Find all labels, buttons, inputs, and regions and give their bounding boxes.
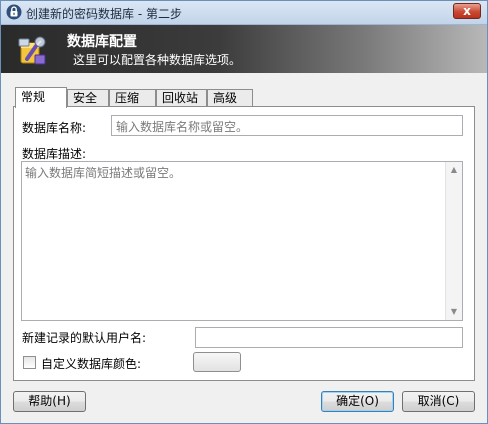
database-description-textarea[interactable]: 输入数据库简短描述或留空。 ▲ ▼ [21,161,463,321]
tab-security[interactable]: 安全 [67,89,109,107]
database-settings-icon [15,33,49,67]
custom-color-label: 自定义数据库颜色: [41,357,142,371]
help-button[interactable]: 帮助(H) [13,391,86,412]
dialog-window: 创建新的密码数据库 - 第二步 x 数据库配置 这里可以配置各种数据库选项。 常… [0,0,488,424]
cancel-button[interactable]: 取消(C) [402,391,475,412]
lock-icon [6,4,22,20]
tab-advanced[interactable]: 高级 [207,89,253,107]
database-name-input[interactable]: 输入数据库名称或留空。 [111,115,463,136]
default-username-input[interactable] [195,327,463,348]
close-button[interactable]: x [453,3,481,19]
tab-general[interactable]: 常规 [15,87,67,108]
title-bar[interactable]: 创建新的密码数据库 - 第二步 x [1,1,487,25]
description-placeholder: 输入数据库简短描述或留空。 [25,166,182,180]
custom-color-checkbox[interactable] [23,356,36,369]
ok-button[interactable]: 确定(O) [321,391,394,412]
banner-title: 数据库配置 [67,34,137,50]
database-description-label: 数据库描述: [22,147,87,161]
header-banner: 数据库配置 这里可以配置各种数据库选项。 [1,25,487,73]
window-title: 创建新的密码数据库 - 第二步 [26,7,182,21]
scroll-down-arrow-icon[interactable]: ▼ [446,304,462,320]
default-username-label: 新建记录的默认用户名: [22,331,147,345]
banner-subtitle: 这里可以配置各种数据库选项。 [73,53,242,67]
color-picker-button[interactable] [193,352,241,372]
scroll-up-arrow-icon[interactable]: ▲ [446,162,462,178]
database-name-label: 数据库名称: [22,121,87,135]
tab-panel-general: 数据库名称: 输入数据库名称或留空。 数据库描述: 输入数据库简短描述或留空。 … [13,106,475,381]
tab-recycle-bin[interactable]: 回收站 [156,89,207,107]
tab-compression[interactable]: 压缩 [109,89,156,107]
description-scrollbar[interactable]: ▲ ▼ [445,162,462,320]
